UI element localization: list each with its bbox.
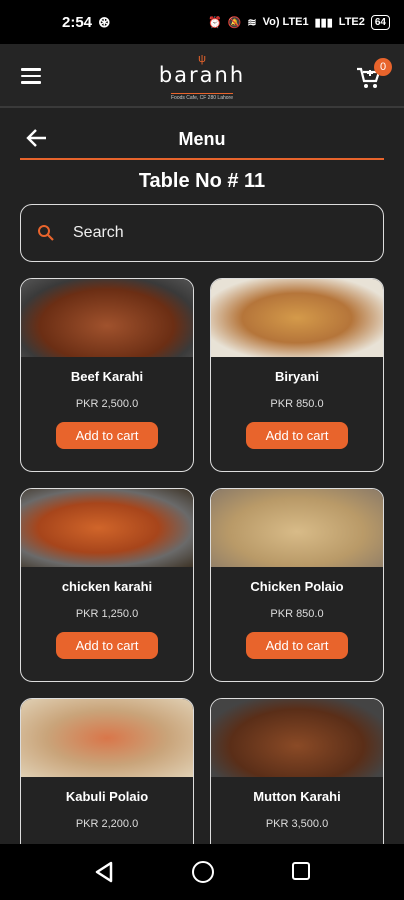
add-to-cart-button[interactable]: Add to cart	[56, 422, 158, 449]
status-bar: 2:54 ⊛ ⏰ 🔕 ≋ Vo) LTE1 ▮▮▮ LTE2 64	[0, 0, 404, 44]
item-name: Mutton Karahi	[253, 789, 341, 804]
alarm-icon: ⏰	[207, 16, 222, 29]
add-to-cart-button[interactable]: Add to cart	[246, 632, 348, 659]
item-price: PKR 850.0	[270, 608, 324, 620]
nav-recents-icon[interactable]	[292, 862, 310, 880]
item-price: PKR 2,200.0	[75, 818, 139, 830]
menu-item-card[interactable]: Biryani PKR 850.0 Add to cart	[210, 278, 384, 472]
search-box[interactable]	[20, 204, 384, 262]
item-name: chicken karahi	[61, 579, 153, 594]
item-price: PKR 1,250.0	[75, 608, 139, 620]
item-price: PKR 850.0	[270, 398, 324, 410]
menu-item-card[interactable]: Kabuli Polaio PKR 2,200.0	[20, 698, 194, 858]
signal-icon: ▮▮▮	[314, 16, 333, 29]
add-to-cart-button[interactable]: Add to cart	[56, 632, 158, 659]
item-name: Kabuli Polaio	[65, 789, 149, 804]
item-name: Chicken Polaio	[250, 579, 344, 594]
network-label: Vo) LTE1	[262, 16, 309, 28]
network-label-2: LTE2	[338, 16, 365, 28]
menu-item-card[interactable]: Chicken Polaio PKR 850.0 Add to cart	[210, 488, 384, 682]
sync-icon: ⊛	[98, 14, 111, 31]
search-input[interactable]	[71, 223, 335, 243]
logo-text: baranh	[158, 63, 246, 87]
mute-icon: 🔕	[227, 16, 242, 29]
food-image	[211, 489, 383, 567]
nav-back-icon[interactable]	[94, 861, 114, 883]
food-image	[21, 489, 193, 567]
menu-item-card[interactable]: Beef Karahi PKR 2,500.0 Add to cart	[20, 278, 194, 472]
menu-header: Menu	[20, 120, 384, 160]
wifi-icon: ≋	[247, 16, 257, 29]
cart-button[interactable]: 0	[356, 58, 392, 90]
logo: ψ baranh Foods Cafe, CF 280 Lahore	[0, 54, 404, 104]
food-image	[211, 699, 383, 777]
item-name: Beef Karahi	[70, 369, 144, 384]
status-time: 2:54	[62, 13, 93, 31]
table-number: Table No # 11	[138, 170, 266, 192]
item-price: PKR 3,500.0	[265, 818, 329, 830]
item-price: PKR 2,500.0	[75, 398, 139, 410]
food-image	[21, 699, 193, 777]
cart-count-badge: 0	[374, 58, 392, 76]
logo-tagline: Foods Cafe, CF 280 Lahore	[171, 93, 233, 101]
food-image	[211, 279, 383, 357]
food-image	[21, 279, 193, 357]
item-name: Biryani	[274, 369, 320, 384]
app-bar: ψ baranh Foods Cafe, CF 280 Lahore 0	[0, 44, 404, 108]
menu-item-card[interactable]: Mutton Karahi PKR 3,500.0	[210, 698, 384, 858]
system-nav-bar	[0, 844, 404, 900]
nav-home-icon[interactable]	[192, 861, 214, 883]
page-title: Menu	[178, 129, 226, 149]
add-to-cart-button[interactable]: Add to cart	[246, 422, 348, 449]
search-icon	[38, 225, 54, 241]
menu-item-card[interactable]: chicken karahi PKR 1,250.0 Add to cart	[20, 488, 194, 682]
battery-icon: 64	[370, 14, 390, 30]
